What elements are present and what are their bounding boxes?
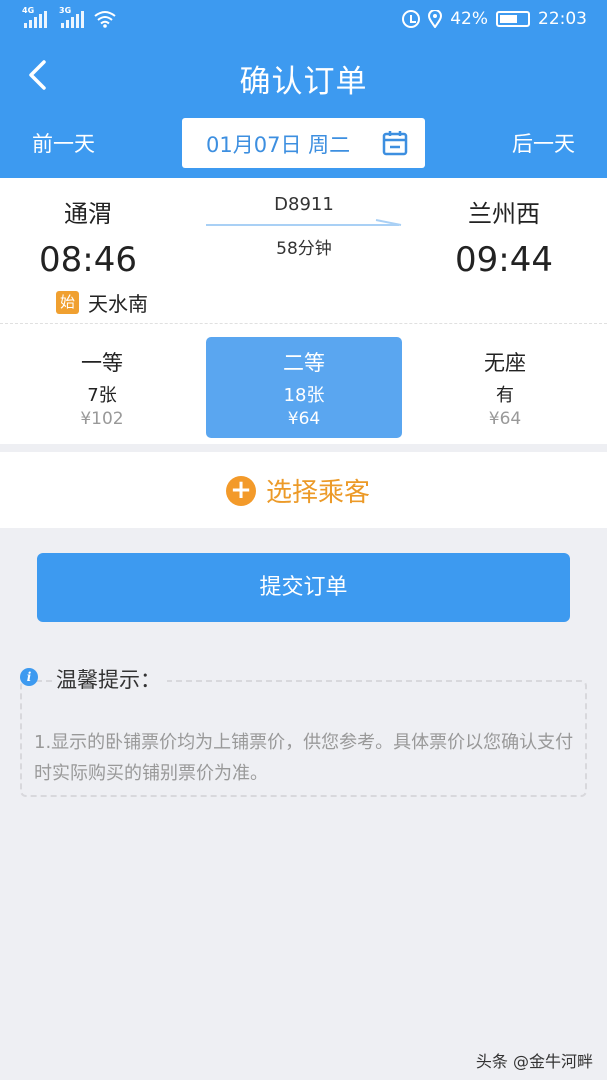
select-passenger-button[interactable]: + 选择乘客	[226, 472, 370, 509]
trip-duration: 58分钟	[276, 239, 332, 259]
plus-icon: +	[226, 475, 256, 506]
battery-percent: 42%	[450, 9, 488, 29]
signal-2-label: 3G	[59, 6, 72, 15]
section-gap	[0, 444, 607, 452]
status-bar: 4G 3G 42% 22:03	[0, 0, 607, 40]
seat-count: 有	[496, 385, 514, 406]
passenger-section: + 选择乘客	[0, 452, 607, 528]
status-right: 42% 22:03	[402, 9, 587, 29]
seat-class: 二等	[283, 351, 325, 375]
info-icon: i	[20, 668, 38, 686]
status-left: 4G 3G	[22, 6, 116, 28]
seat-price: ¥64	[287, 409, 321, 429]
train-info-card: 通渭 08:46 D8911 58分钟 兰州西 09:44 始 天水南	[0, 178, 607, 324]
train-number: D8911	[274, 194, 334, 215]
prev-day-button[interactable]: 前一天	[32, 128, 95, 158]
wifi-icon	[94, 11, 116, 28]
seat-class: 无座	[484, 351, 526, 375]
signal-icon: 4G	[22, 6, 47, 28]
arrival-station: 兰州西	[468, 200, 540, 228]
alarm-icon	[402, 10, 421, 28]
route-arrow-icon	[206, 219, 402, 226]
seat-price: ¥64	[488, 409, 522, 429]
origin-station: 天水南	[88, 292, 148, 316]
submit-order-button[interactable]: 提交订单	[37, 553, 570, 622]
signal-icon: 3G	[59, 6, 84, 28]
seat-options: 一等 7张 ¥102 二等 18张 ¥64 无座 有 ¥64	[0, 324, 607, 444]
seat-option-second-class[interactable]: 二等 18张 ¥64	[206, 337, 402, 438]
seat-price: ¥102	[80, 409, 124, 429]
departure-station: 通渭	[64, 200, 112, 228]
origin-badge: 始	[56, 291, 79, 314]
seat-count: 18张	[283, 385, 325, 406]
origin-info: 始 天水南	[56, 288, 148, 317]
seat-class: 一等	[81, 351, 123, 375]
battery-icon	[496, 11, 530, 27]
next-day-button[interactable]: 后一天	[512, 128, 575, 158]
tip-title: 温馨提示：	[56, 664, 167, 694]
seat-option-no-seat[interactable]: 无座 有 ¥64	[407, 337, 603, 438]
tip-text: 1.显示的卧铺票价均为上铺票价，供您参考。具体票价以您确认支付时实际购买的铺别票…	[34, 732, 574, 784]
header-bar: 4G 3G 42% 22:03 确认订单 前一天 01月07日 周二 后一天	[0, 0, 607, 178]
date-text: 01月07日 周二	[206, 133, 351, 157]
location-icon	[428, 10, 443, 28]
seat-count: 7张	[87, 385, 117, 406]
watermark: 头条 @金牛河畔	[475, 1052, 593, 1071]
departure-time: 08:46	[39, 240, 137, 280]
date-selector[interactable]: 01月07日 周二	[182, 118, 425, 168]
calendar-icon	[382, 131, 408, 156]
page-title: 确认订单	[239, 64, 368, 100]
seat-option-first-class[interactable]: 一等 7张 ¥102	[4, 337, 200, 438]
signal-1-label: 4G	[22, 6, 35, 15]
select-passenger-label: 选择乘客	[266, 478, 371, 508]
arrival-time: 09:44	[455, 240, 553, 280]
clock: 22:03	[538, 9, 587, 29]
